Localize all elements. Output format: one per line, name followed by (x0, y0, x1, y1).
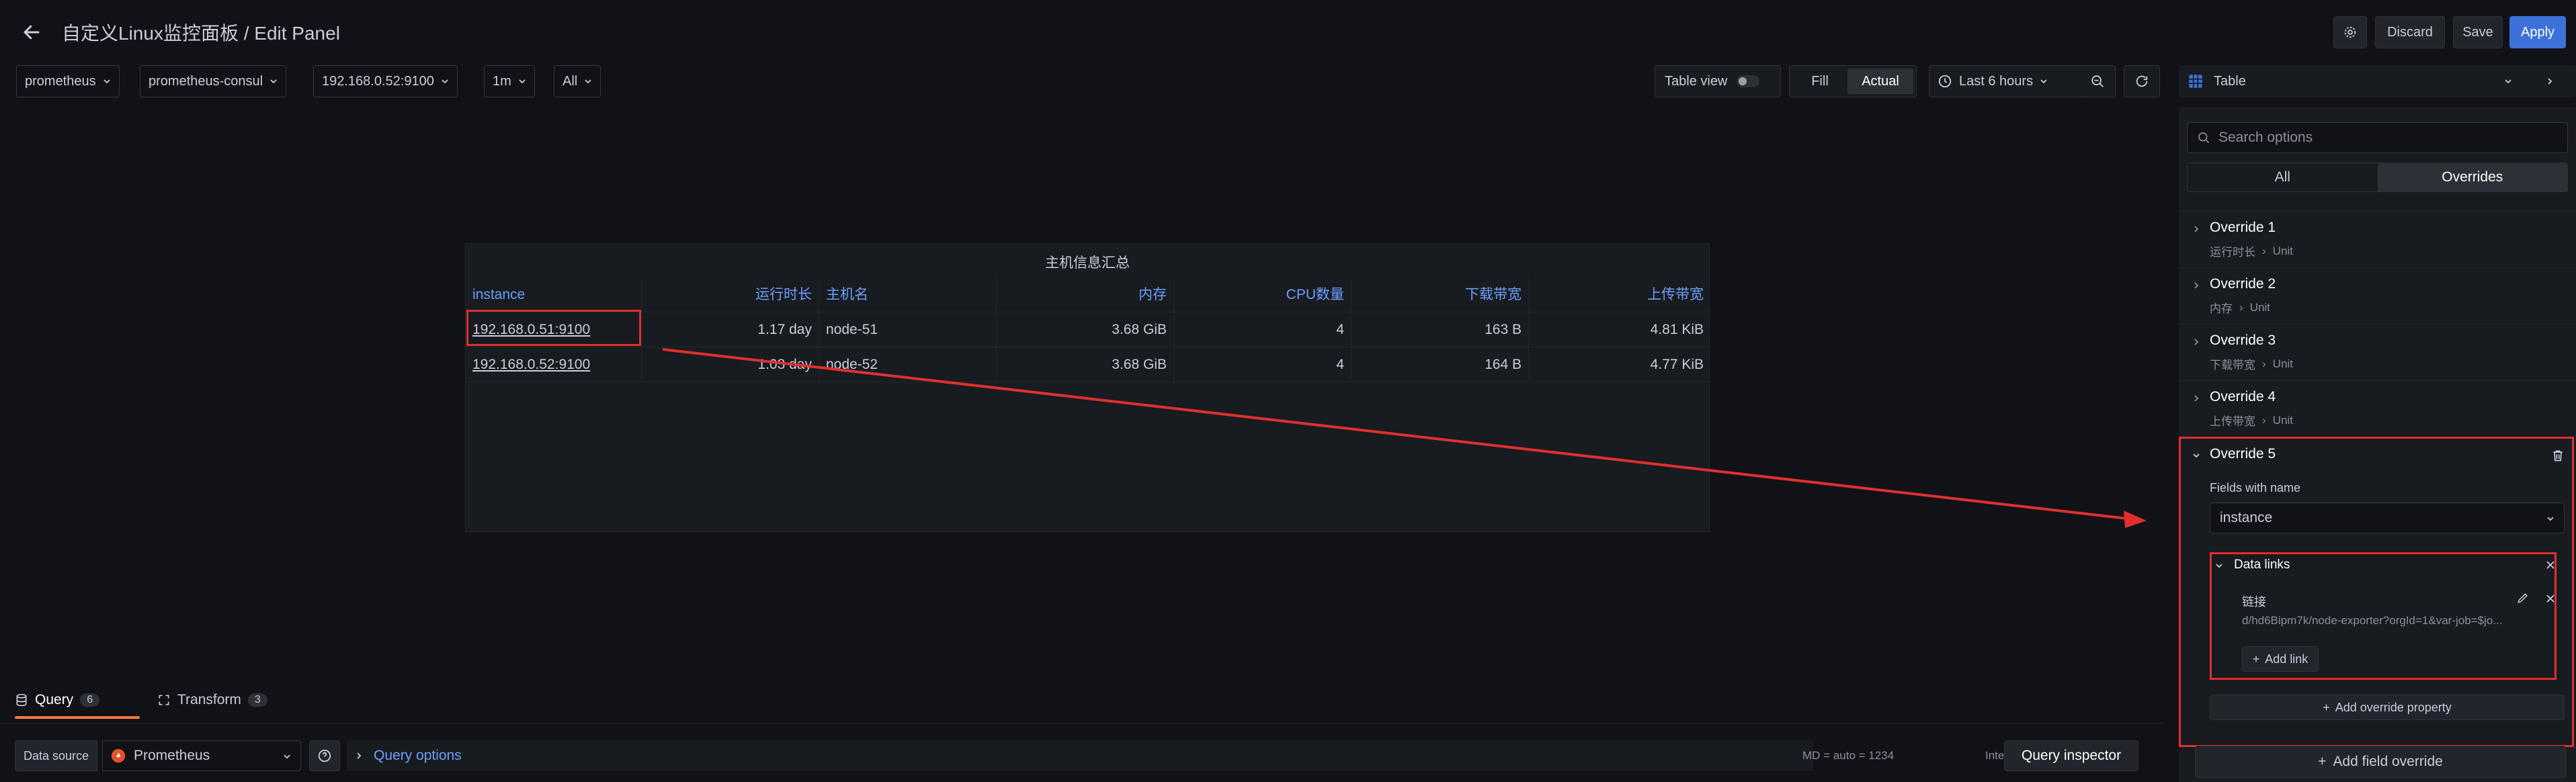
chevron-right-icon (357, 752, 362, 759)
transform-count-badge: 3 (247, 693, 267, 707)
max-data-points: MD = auto = 1234 (1802, 749, 1895, 762)
annotation-arrow (662, 348, 2147, 528)
divider (0, 723, 2163, 724)
help-button[interactable] (309, 740, 340, 771)
transform-icon (159, 695, 169, 705)
prometheus-icon (111, 748, 126, 763)
tab-transform-label: Transform (177, 692, 241, 707)
tab-query-label: Query (35, 692, 74, 707)
data-source-label: Data source (15, 740, 98, 771)
chevron-down-icon (284, 754, 290, 759)
active-tab-underline (15, 716, 140, 719)
database-icon (16, 693, 27, 707)
tab-transform[interactable]: Transform 3 (157, 692, 267, 708)
question-circle-icon (318, 749, 331, 763)
tab-query[interactable]: Query 6 (15, 692, 100, 708)
data-source-select[interactable]: Prometheus (102, 740, 301, 771)
query-count-badge: 6 (80, 693, 100, 707)
query-options-bar[interactable]: Query options MD = auto = 1234 Interval … (347, 740, 2054, 771)
query-options-label: Query options (374, 748, 462, 763)
query-inspector-button[interactable]: Query inspector (2004, 740, 2138, 771)
data-source-name: Prometheus (134, 748, 210, 763)
